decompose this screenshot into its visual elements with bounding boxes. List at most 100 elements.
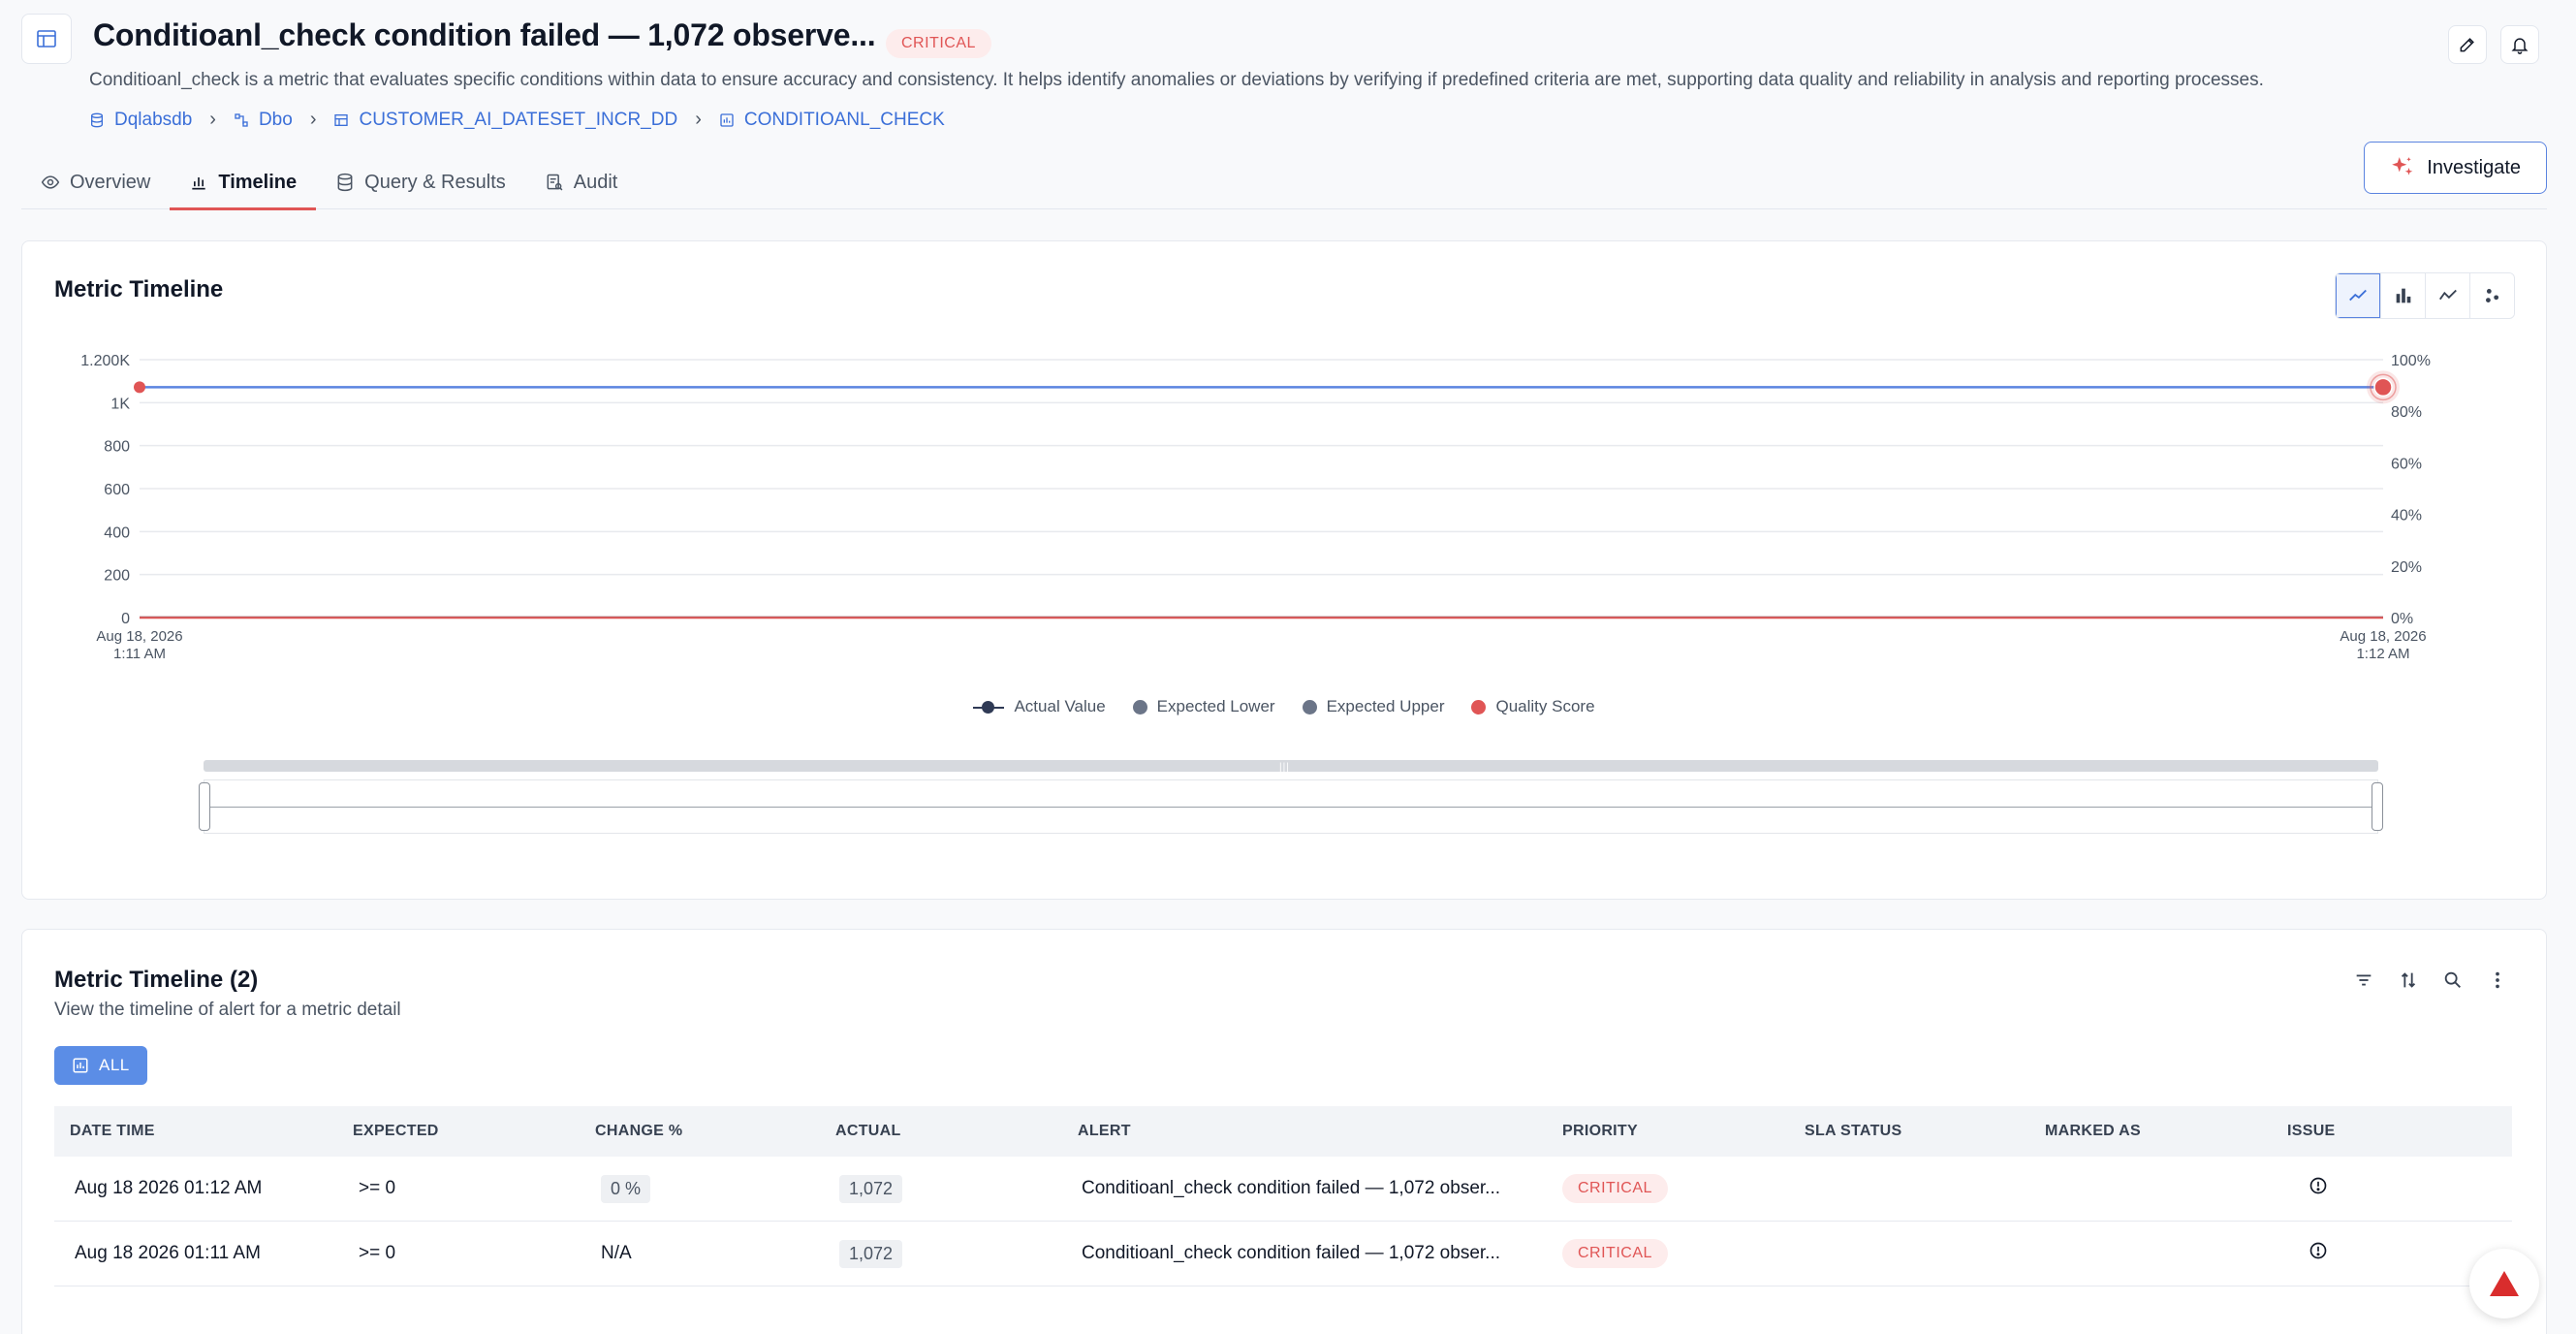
priority-badge: CRITICAL [1562, 1174, 1668, 1203]
legend-dot-marker [1471, 699, 1487, 715]
column-header-date-time[interactable]: DATE TIME [54, 1123, 337, 1140]
search-icon [2444, 971, 2461, 988]
sort-button[interactable] [2397, 969, 2420, 992]
breadcrumb-item-schema[interactable]: Dbo [234, 110, 293, 131]
tab-audit[interactable]: Audit [525, 155, 638, 209]
database-icon [91, 112, 103, 127]
column-header-alert[interactable]: ALERT [1062, 1123, 1547, 1140]
sparkle-icon [2392, 157, 2413, 175]
chevron-right-icon: › [209, 109, 216, 130]
cell-alert[interactable]: Conditioanl_check condition failed — 1,0… [1062, 1243, 1547, 1264]
edit-button[interactable] [2448, 25, 2487, 64]
more-icon [2496, 971, 2499, 989]
breadcrumb-item-database[interactable]: Dqlabsdb [89, 110, 192, 131]
column-header-change[interactable]: CHANGE % [580, 1123, 820, 1140]
cell-expected: >= 0 [359, 1178, 396, 1198]
cell-change: 0 % [580, 1174, 820, 1203]
cell-priority: CRITICAL [1547, 1174, 1789, 1203]
metric-timeline-table: DATE TIME EXPECTED CHANGE % ACTUAL ALERT… [54, 1106, 2512, 1286]
column-header-priority[interactable]: PRIORITY [1547, 1123, 1789, 1140]
y2-axis-tick-label: 80% [2391, 404, 2422, 421]
zoom-brush[interactable] [199, 779, 2383, 834]
cell-date-time: Aug 18 2026 01:11 AM [75, 1243, 261, 1263]
page-description: Conditioanl_check is a metric that evalu… [89, 70, 2264, 90]
metric-timeline-chart-card: Metric Timeline 0 200 400 600 800 1K 1.200K 0% 2… [21, 240, 2547, 900]
schema-icon [235, 112, 248, 127]
column-header-issue[interactable]: ISSUE [2272, 1123, 2512, 1140]
search-button[interactable] [2441, 969, 2465, 992]
metric-detail-page: Conditioanl_check condition failed — 1,0… [0, 0, 2576, 1334]
y-axis-tick-label: 0 [121, 611, 130, 627]
y-axis-tick-label: 1.200K [80, 353, 130, 369]
eye-icon [41, 175, 60, 189]
table-header-row: DATE TIME EXPECTED CHANGE % ACTUAL ALERT… [54, 1106, 2512, 1157]
actual-pill: 1,072 [839, 1239, 903, 1268]
table-row[interactable]: Aug 18 2026 01:11 AM >= 0 N/A 1,072 Cond… [54, 1222, 2512, 1286]
anomaly-data-point [2373, 377, 2393, 397]
filter-button[interactable] [2352, 969, 2375, 992]
y2-axis-tick-label: 0% [2391, 611, 2413, 627]
breadcrumb-item-table[interactable]: CUSTOMER_AI_DATESET_INCR_DD [333, 110, 677, 131]
y-axis-tick-label: 400 [104, 524, 130, 541]
cell-issue [2272, 1176, 2512, 1201]
column-header-expected[interactable]: EXPECTED [337, 1123, 580, 1140]
x-axis-tick-label: 1:11 AM [113, 646, 166, 662]
column-header-sla-status[interactable]: SLA STATUS [1789, 1123, 2029, 1140]
x-axis-tick-label: Aug 18, 2026 [2340, 628, 2426, 645]
tab-overview[interactable]: Overview [21, 155, 170, 209]
x-axis-tick-label: 1:12 AM [2356, 646, 2409, 662]
zoom-slider-track[interactable]: ||| [204, 760, 2378, 773]
cell-date-time: Aug 18 2026 01:12 AM [75, 1178, 263, 1198]
notification-button[interactable] [2500, 25, 2539, 64]
chevron-right-icon: › [695, 109, 702, 130]
header-actions [2448, 25, 2539, 64]
x-axis-tick-label: Aug 18, 2026 [96, 628, 182, 645]
metric-icon [720, 112, 734, 127]
investigate-button[interactable]: Investigate [2364, 142, 2547, 194]
metric-timeline-chart: 0 200 400 600 800 1K 1.200K 0% 20% 40% 60% 80% 100% A… [80, 353, 2431, 662]
triangle-logo-icon [2490, 1271, 2519, 1296]
assistant-fab-button[interactable] [2469, 1249, 2539, 1318]
column-header-actual[interactable]: ACTUAL [820, 1123, 1062, 1140]
legend-dot-marker [1132, 699, 1147, 715]
actual-pill: 1,072 [839, 1174, 903, 1203]
slider-grip-icon: ||| [1279, 762, 1290, 773]
legend-dot-marker [1302, 699, 1317, 715]
change-pill: 0 % [601, 1174, 651, 1203]
tab-query-results[interactable]: Query & Results [316, 155, 525, 209]
page-title: Conditioanl_check condition failed — 1,0… [93, 17, 876, 52]
brush-handle-left[interactable] [199, 782, 210, 831]
table-card-title: Metric Timeline (2) [54, 967, 259, 993]
table-icon [21, 14, 72, 64]
breadcrumb: Dqlabsdb › Dbo › CUSTOMER_AI_DATESET_INC… [89, 109, 945, 131]
priority-badge: CRITICAL [1562, 1239, 1668, 1268]
legend-item-quality-score[interactable]: Quality Score [1471, 697, 1595, 716]
filter-chip-all[interactable]: ALL [54, 1046, 147, 1085]
cell-change: N/A [601, 1243, 632, 1263]
y2-axis-tick-label: 60% [2391, 456, 2422, 472]
table-row[interactable]: Aug 18 2026 01:12 AM >= 0 0 % 1,072 Cond… [54, 1157, 2512, 1222]
chart-icon [73, 1058, 88, 1073]
table-actions [2352, 969, 2509, 992]
alert-circle-icon[interactable] [2309, 1241, 2328, 1260]
audit-icon [547, 174, 563, 191]
anomaly-data-point [134, 381, 145, 394]
y-axis-tick-label: 1K [110, 396, 130, 412]
metric-timeline-table-card: Metric Timeline (2) View the timeline of… [21, 929, 2547, 1334]
y-axis-tick-label: 200 [104, 568, 130, 585]
cell-expected: >= 0 [359, 1243, 396, 1263]
brush-preview-line [204, 807, 2377, 808]
tab-timeline[interactable]: Timeline [170, 155, 316, 210]
cell-alert[interactable]: Conditioanl_check condition failed — 1,0… [1062, 1178, 1547, 1199]
more-options-button[interactable] [2486, 969, 2509, 992]
sort-icon [2401, 972, 2416, 988]
cell-actual: 1,072 [820, 1239, 1062, 1268]
legend-item-actual-value[interactable]: Actual Value [973, 697, 1106, 716]
legend-item-expected-lower[interactable]: Expected Lower [1132, 697, 1275, 716]
bell-icon [2511, 38, 2529, 54]
brush-handle-right[interactable] [2372, 782, 2383, 831]
legend-item-expected-upper[interactable]: Expected Upper [1302, 697, 1444, 716]
column-header-marked-as[interactable]: MARKED AS [2029, 1123, 2272, 1140]
breadcrumb-item-metric[interactable]: CONDITIOANL_CHECK [719, 110, 945, 131]
alert-circle-icon[interactable] [2309, 1176, 2328, 1195]
